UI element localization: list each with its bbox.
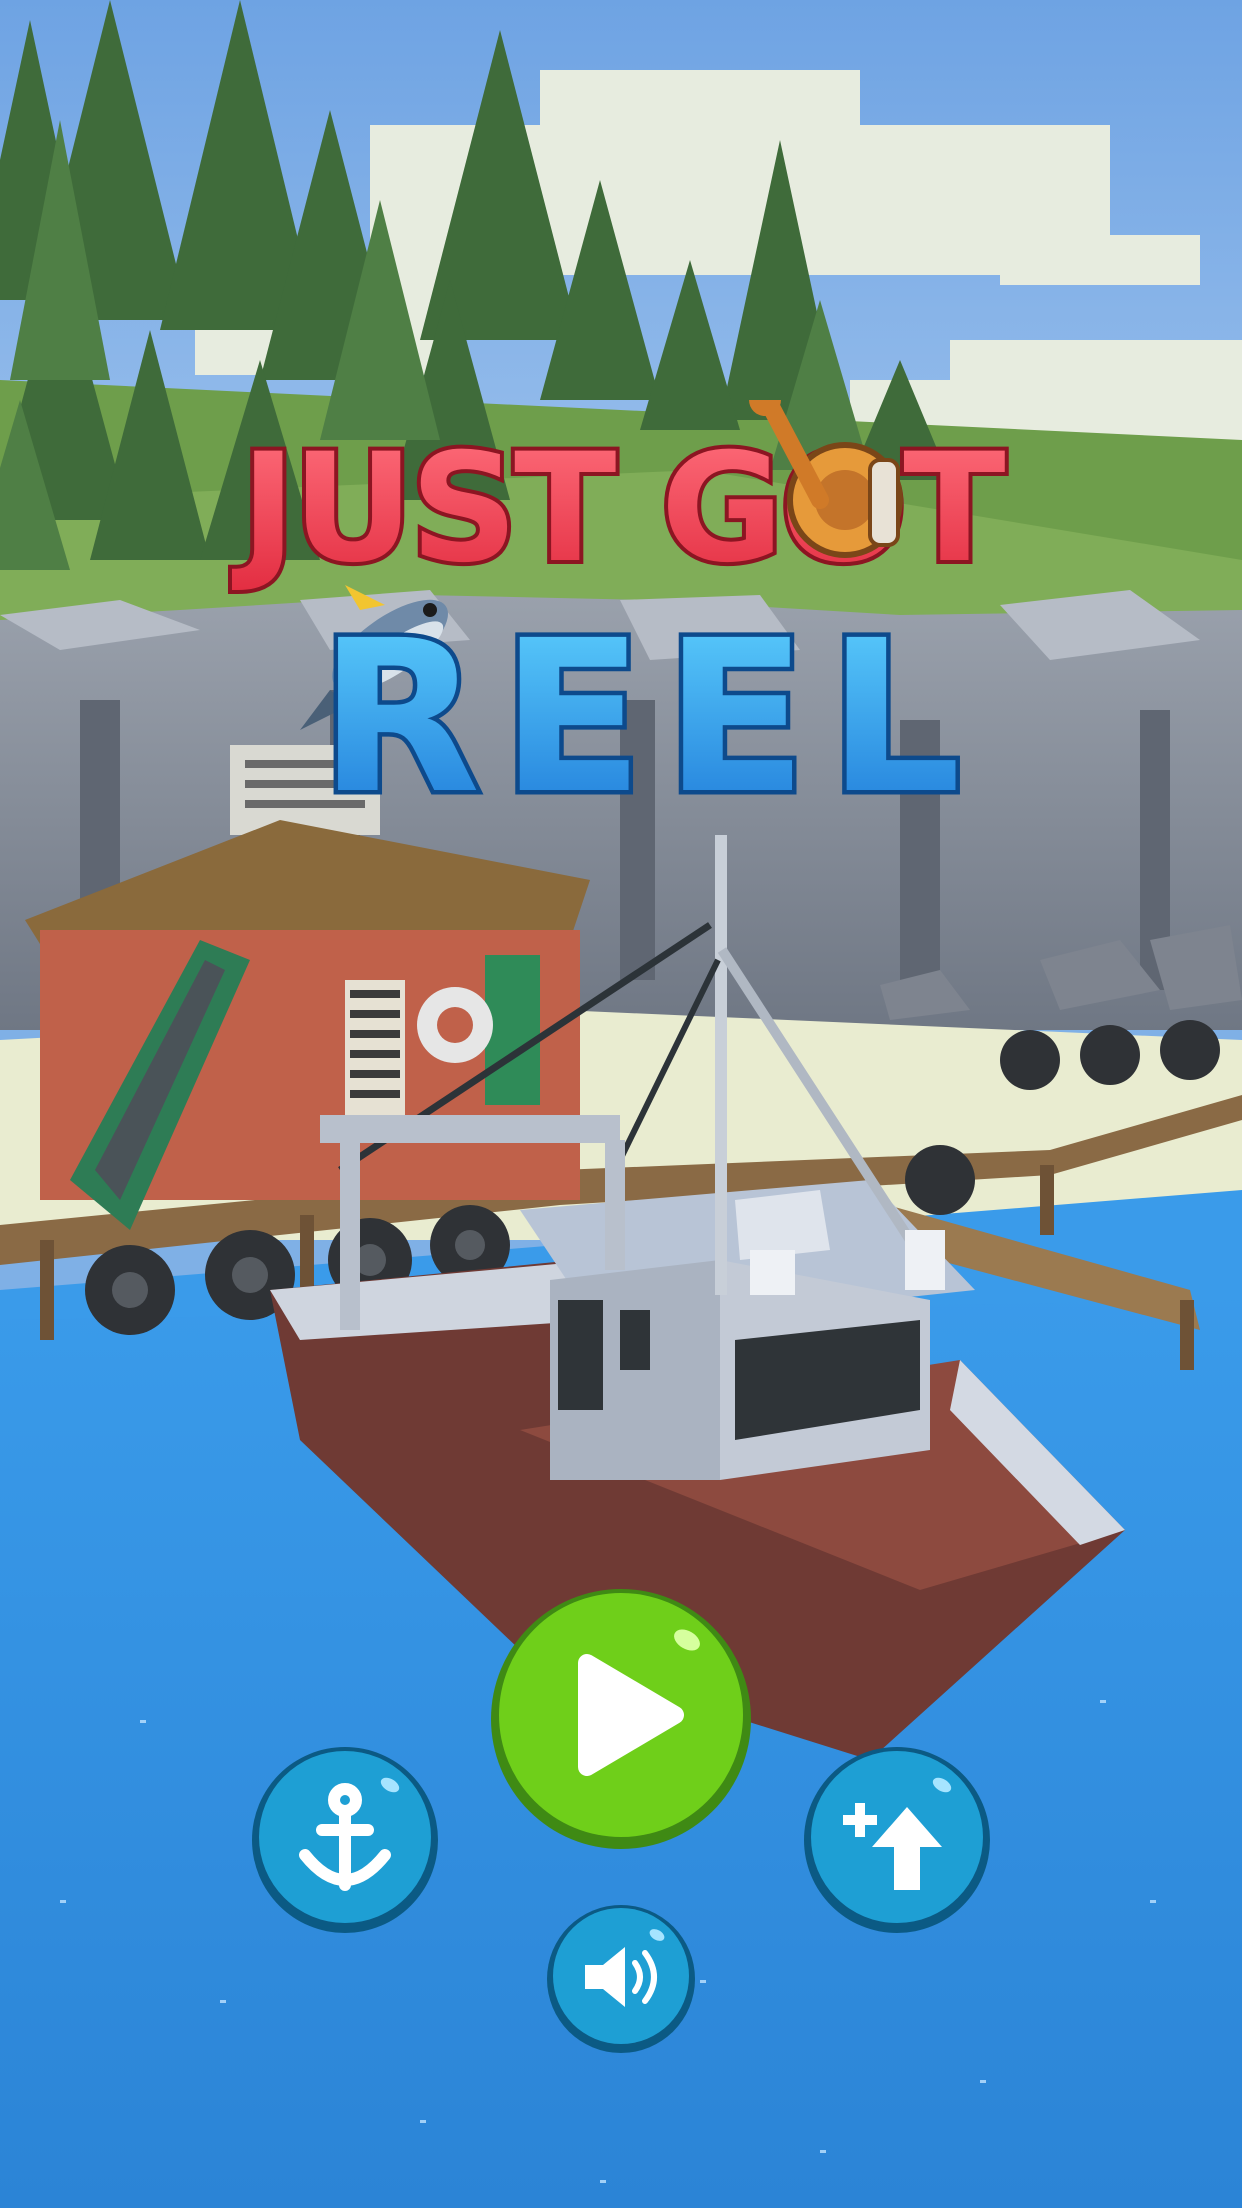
sound-button[interactable] — [545, 1903, 697, 2055]
anchor-button[interactable] — [250, 1745, 440, 1935]
upgrade-button[interactable] — [802, 1745, 992, 1935]
game-logo: JUST GOT REEL — [0, 400, 1242, 820]
play-button[interactable] — [487, 1585, 755, 1853]
title-line-2: REEL — [319, 595, 981, 820]
game-scene — [0, 0, 1242, 2208]
